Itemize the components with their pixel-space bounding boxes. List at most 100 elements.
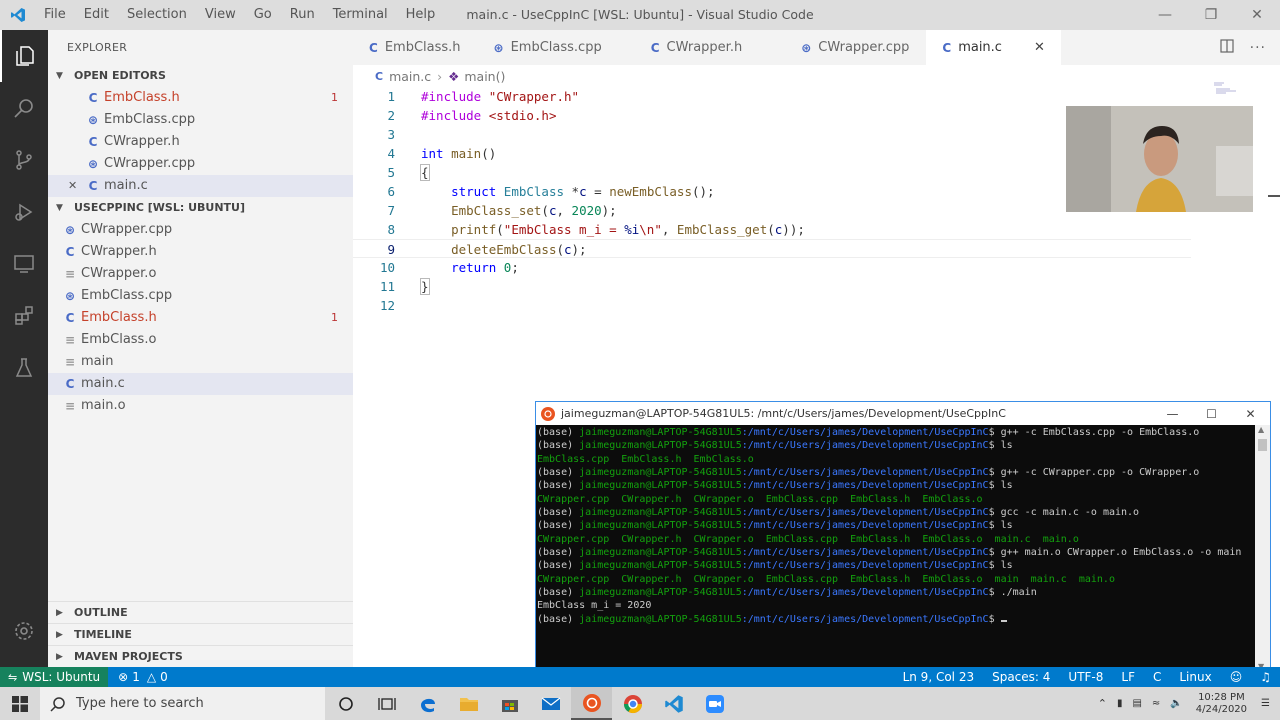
wifi-icon[interactable]: ≈: [1152, 698, 1160, 709]
battery-icon[interactable]: ▮: [1117, 698, 1123, 709]
explorer-icon[interactable]: [0, 30, 48, 82]
indentation[interactable]: Spaces: 4: [983, 670, 1059, 684]
network-icon[interactable]: ▤: [1132, 698, 1141, 709]
menu-view[interactable]: View: [196, 0, 245, 30]
menu-go[interactable]: Go: [245, 0, 281, 30]
terminal-window[interactable]: jaimeguzman@LAPTOP-54G81UL5: /mnt/c/User…: [535, 401, 1271, 672]
open-editor-item[interactable]: C EmbClass.h 1: [48, 87, 353, 109]
file-item[interactable]: C EmbClass.h 1: [48, 307, 353, 329]
feedback-icon[interactable]: ☺: [1221, 670, 1252, 684]
clock[interactable]: 10:28 PM 4/24/2020: [1196, 692, 1247, 716]
close-tab-icon[interactable]: ✕: [1034, 40, 1045, 55]
open-editor-item[interactable]: C CWrapper.h: [48, 131, 353, 153]
file-item[interactable]: ≡ EmbClass.o: [48, 329, 353, 351]
terminal-title-bar[interactable]: jaimeguzman@LAPTOP-54G81UL5: /mnt/c/User…: [536, 402, 1270, 425]
split-editor-icon[interactable]: [1220, 38, 1234, 57]
prompt-user-host: jaimeguzman@LAPTOP-54G81UL5: [579, 440, 742, 452]
language-mode[interactable]: C: [1144, 670, 1170, 684]
file-item[interactable]: ≡ main.o: [48, 395, 353, 417]
run-debug-icon[interactable]: [0, 186, 48, 238]
outline-section[interactable]: ▶ OUTLINE: [48, 601, 353, 623]
open-editor-item[interactable]: ✕ C main.c: [48, 175, 353, 197]
editor-scrollbar[interactable]: [1268, 195, 1280, 197]
minimize-icon[interactable]: —: [1142, 0, 1188, 30]
open-editor-item[interactable]: ⊛ CWrapper.cpp: [48, 153, 353, 175]
search-icon[interactable]: [0, 82, 48, 134]
testing-flask-icon[interactable]: [0, 342, 48, 394]
tab-main-c[interactable]: C main.c ✕: [926, 30, 1062, 65]
close-icon[interactable]: ✕: [1231, 402, 1270, 425]
show-hidden-icons-icon[interactable]: ⌃: [1098, 697, 1107, 710]
close-editor-icon[interactable]: ✕: [68, 175, 86, 197]
cpp-file-icon: ⊛: [87, 113, 99, 127]
notifications-bell-icon[interactable]: ♫: [1251, 670, 1280, 684]
maven-projects-section[interactable]: ▶ MAVEN PROJECTS: [48, 645, 353, 667]
line-number: 5: [387, 165, 395, 180]
menu-terminal[interactable]: Terminal: [324, 0, 397, 30]
remote-indicator[interactable]: ⇋ WSL: Ubuntu: [0, 667, 109, 687]
windows-start-icon[interactable]: [0, 687, 40, 720]
extensions-icon[interactable]: [0, 290, 48, 342]
open-editor-item[interactable]: ⊛ EmbClass.cpp: [48, 109, 353, 131]
file-item[interactable]: C CWrapper.h: [48, 241, 353, 263]
volume-icon[interactable]: 🔈: [1170, 698, 1182, 709]
tab-cwrapper-cpp[interactable]: ⊛ CWrapper.cpp: [759, 30, 927, 65]
file-item[interactable]: ≡ main: [48, 351, 353, 373]
zoom-icon[interactable]: [694, 687, 735, 720]
encoding[interactable]: UTF-8: [1059, 670, 1112, 684]
menu-selection[interactable]: Selection: [118, 0, 196, 30]
source-control-icon[interactable]: [0, 134, 48, 186]
tab-embclass-cpp[interactable]: ⊛ EmbClass.cpp: [478, 30, 619, 65]
maximize-icon[interactable]: ☐: [1192, 402, 1231, 425]
edge-browser-icon[interactable]: [407, 687, 448, 720]
scroll-up-icon[interactable]: ▲: [1258, 425, 1264, 434]
menu-run[interactable]: Run: [281, 0, 324, 30]
store-icon[interactable]: [489, 687, 530, 720]
cortana-icon[interactable]: [325, 687, 366, 720]
code-text: #include "CWrapper.h": [421, 89, 580, 104]
minimap[interactable]: [1212, 82, 1262, 96]
tab-cwrapper-h[interactable]: C CWrapper.h: [619, 30, 760, 65]
task-view-icon[interactable]: [366, 687, 407, 720]
notifications-icon[interactable]: ☰: [1261, 698, 1270, 709]
terminal-scrollbar[interactable]: ▲ ▼: [1255, 425, 1270, 671]
scrollbar-thumb[interactable]: [1258, 439, 1267, 451]
open-editors-section[interactable]: ▼ OPEN EDITORS: [48, 65, 353, 87]
tab-embclass-h[interactable]: C EmbClass.h: [353, 30, 478, 65]
remote-explorer-icon[interactable]: [0, 238, 48, 290]
chrome-icon[interactable]: [612, 687, 653, 720]
cursor-position[interactable]: Ln 9, Col 23: [894, 670, 984, 684]
timeline-section[interactable]: ▶ TIMELINE: [48, 623, 353, 645]
manage-gear-icon[interactable]: [0, 605, 48, 657]
file-explorer-icon[interactable]: [448, 687, 489, 720]
taskbar-search[interactable]: Type here to search: [40, 687, 325, 720]
os-indicator[interactable]: Linux: [1170, 670, 1220, 684]
terminal-output[interactable]: (base) jaimeguzman@LAPTOP-54G81UL5:/mnt/…: [537, 426, 1255, 626]
workspace-section[interactable]: ▼ USECPPINC [WSL: UBUNTU]: [48, 197, 353, 219]
line-number: 12: [379, 298, 395, 313]
problems-indicator[interactable]: ⊗ 1 △ 0: [118, 670, 168, 684]
close-icon[interactable]: ✕: [1234, 0, 1280, 30]
line-number: 1: [387, 89, 395, 104]
file-item[interactable]: ≡ CWrapper.o: [48, 263, 353, 285]
open-editors-label: OPEN EDITORS: [74, 69, 166, 82]
end-of-line[interactable]: LF: [1112, 670, 1144, 684]
mail-icon[interactable]: [530, 687, 571, 720]
breadcrumb-symbol[interactable]: main(): [464, 69, 505, 84]
prompt-user-host: jaimeguzman@LAPTOP-54G81UL5: [579, 587, 742, 599]
menu-edit[interactable]: Edit: [75, 0, 118, 30]
more-actions-icon[interactable]: ···: [1250, 40, 1266, 56]
file-label: CWrapper.cpp: [81, 222, 173, 237]
restore-icon[interactable]: ❐: [1188, 0, 1234, 30]
file-item[interactable]: C main.c: [48, 373, 353, 395]
minimize-icon[interactable]: —: [1153, 402, 1192, 425]
file-item[interactable]: ⊛ CWrapper.cpp: [48, 219, 353, 241]
file-item[interactable]: ⊛ EmbClass.cpp: [48, 285, 353, 307]
ubuntu-terminal-icon[interactable]: [571, 687, 612, 720]
breadcrumb-file[interactable]: main.c: [389, 69, 431, 84]
menu-help[interactable]: Help: [397, 0, 445, 30]
cpp-file-icon: ⊛: [64, 223, 76, 237]
menu-file[interactable]: File: [35, 0, 75, 30]
vscode-taskbar-icon[interactable]: [653, 687, 694, 720]
prompt-prefix: (base): [537, 587, 580, 599]
